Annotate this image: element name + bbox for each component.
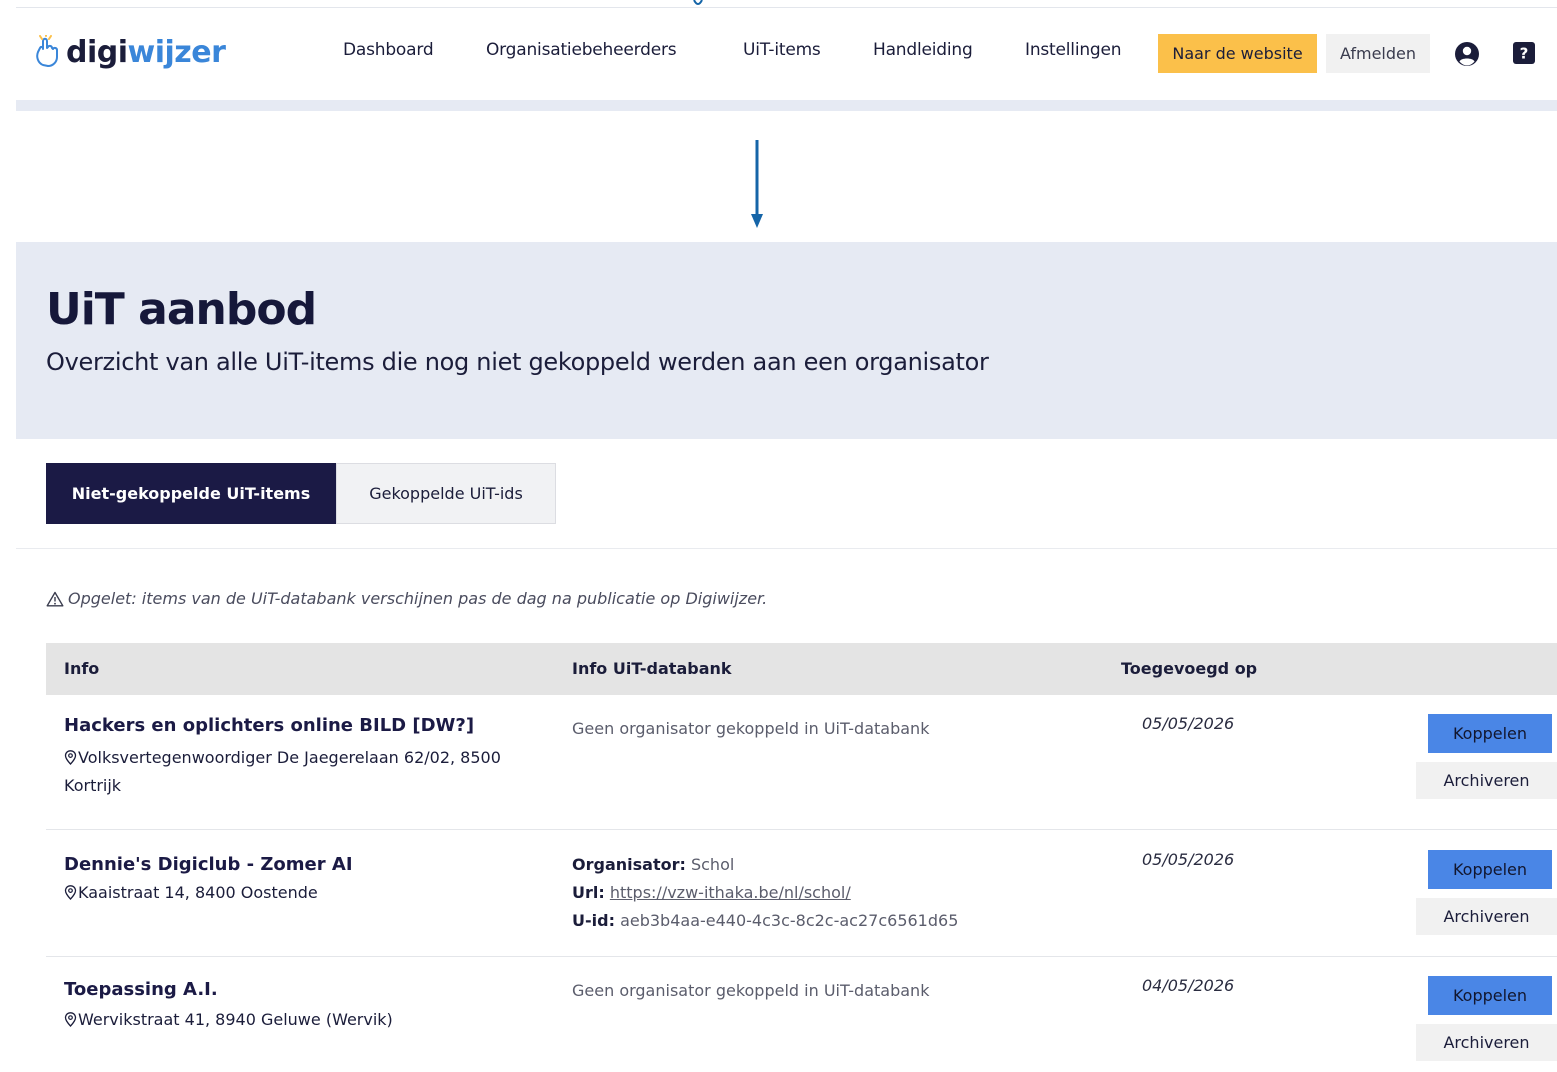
website-button[interactable]: Naar de website	[1158, 34, 1317, 73]
koppelen-button[interactable]: Koppelen	[1428, 850, 1552, 889]
organisator-line: Organisator: Schol	[572, 851, 958, 879]
tab-bar: Niet-gekoppelde UiT-items Gekoppelde UiT…	[46, 463, 556, 524]
location-pin-icon	[64, 885, 77, 900]
url-label: Url:	[572, 883, 605, 902]
page-title: UiT aanbod	[46, 284, 317, 335]
table-row: Toepassing A.I. Wervikstraat 41, 8940 Ge…	[46, 957, 1557, 1072]
item-title[interactable]: Dennie's Digiclub - Zomer AI	[64, 854, 353, 875]
svg-text:?: ?	[1520, 45, 1529, 63]
added-date: 04/05/2026	[1142, 976, 1235, 995]
table-row: Dennie's Digiclub - Zomer AI Kaaistraat …	[46, 830, 1557, 957]
url-line: Url: https://vzw-ithaka.be/nl/schol/	[572, 879, 958, 907]
added-date: 05/05/2026	[1142, 850, 1235, 869]
koppelen-button[interactable]: Koppelen	[1428, 976, 1552, 1015]
item-address: Kaaistraat 14, 8400 Oostende	[64, 879, 524, 907]
item-address-text: Volksvertegenwoordiger De Jaegerelaan 62…	[64, 748, 501, 795]
uit-info-block: Organisator: Schol Url: https://vzw-itha…	[572, 851, 958, 935]
table-row: Hackers en oplichters online BILD [DW?] …	[46, 695, 1557, 830]
down-arrow-icon	[751, 140, 763, 228]
nav-item-handleiding[interactable]: Handleiding	[873, 40, 973, 60]
user-circle-icon[interactable]	[1454, 41, 1480, 67]
item-title[interactable]: Hackers en oplichters online BILD [DW?]	[64, 715, 474, 736]
tab-gekoppelde-uit-ids[interactable]: Gekoppelde UiT-ids	[336, 463, 556, 524]
question-square-icon[interactable]: ?	[1513, 42, 1535, 64]
nav-item-instellingen[interactable]: Instellingen	[1025, 40, 1122, 60]
location-pin-icon	[64, 750, 77, 765]
item-address: Volksvertegenwoordiger De Jaegerelaan 62…	[64, 744, 524, 800]
page-hero: UiT aanbod Overzicht van alle UiT-items …	[16, 242, 1557, 439]
divider	[16, 548, 1557, 549]
page-subtitle: Overzicht van alle UiT-items die nog nie…	[46, 348, 989, 376]
main-nav: Dashboard Organisatiebeheerders UiT-item…	[16, 18, 1557, 90]
logout-button[interactable]: Afmelden	[1326, 34, 1430, 73]
table-header: Info Info UiT-databank Toegevoegd op	[46, 643, 1557, 695]
archiveren-button[interactable]: Archiveren	[1416, 1024, 1557, 1061]
nav-item-dashboard[interactable]: Dashboard	[343, 40, 434, 60]
item-address: Wervikstraat 41, 8940 Geluwe (Wervik)	[64, 1006, 524, 1034]
uid-line: U-id: aeb3b4aa-e440-4c3c-8c2c-ac27c6561d…	[572, 907, 958, 935]
item-address-text: Wervikstraat 41, 8940 Geluwe (Wervik)	[78, 1010, 393, 1029]
tab-niet-gekoppelde-uit-items[interactable]: Niet-gekoppelde UiT-items	[46, 463, 336, 524]
column-header-info: Info	[64, 659, 100, 678]
arrow-tip-icon	[693, 0, 703, 5]
nav-item-organisatiebeheerders[interactable]: Organisatiebeheerders	[486, 40, 677, 60]
notice-text: Opgelet: items van de UiT-databank versc…	[68, 589, 768, 608]
organisator-label: Organisator:	[572, 855, 686, 874]
top-frame-edge	[16, 0, 1557, 8]
top-navbar: digiwijzer Dashboard Organisatiebeheerde…	[16, 18, 1557, 90]
column-header-added: Toegevoegd op	[1121, 659, 1258, 678]
archiveren-button[interactable]: Archiveren	[1416, 898, 1557, 935]
header-shadow-band	[16, 100, 1557, 111]
uit-info-text: Geen organisator gekoppeld in UiT-databa…	[572, 981, 930, 1000]
organisator-url-link[interactable]: https://vzw-ithaka.be/nl/schol/	[610, 883, 851, 902]
item-address-text: Kaaistraat 14, 8400 Oostende	[78, 883, 318, 902]
item-title[interactable]: Toepassing A.I.	[64, 979, 218, 1000]
uid-label: U-id:	[572, 911, 615, 930]
notice-message: Opgelet: items van de UiT-databank versc…	[46, 589, 767, 608]
uit-items-table: Info Info UiT-databank Toegevoegd op Hac…	[46, 643, 1557, 1072]
uid-value: aeb3b4aa-e440-4c3c-8c2c-ac27c6561d65	[620, 911, 959, 930]
uit-info-text: Geen organisator gekoppeld in UiT-databa…	[572, 719, 930, 738]
archiveren-button[interactable]: Archiveren	[1416, 762, 1557, 799]
column-header-uit: Info UiT-databank	[572, 659, 732, 678]
nav-item-uit-items[interactable]: UiT-items	[743, 40, 821, 60]
warning-triangle-icon	[46, 591, 64, 606]
added-date: 05/05/2026	[1142, 714, 1235, 733]
koppelen-button[interactable]: Koppelen	[1428, 714, 1552, 753]
location-pin-icon	[64, 1012, 77, 1027]
organisator-value: Schol	[690, 855, 735, 874]
